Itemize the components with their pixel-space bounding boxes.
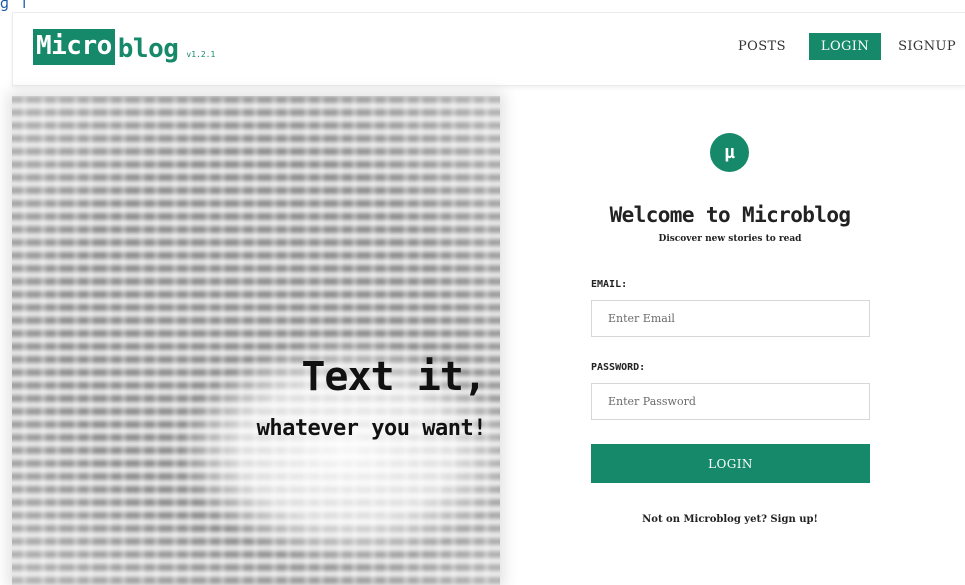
nav-posts-link[interactable]: POSTS bbox=[729, 33, 795, 60]
login-button[interactable]: LOGIN bbox=[591, 444, 870, 483]
password-field[interactable] bbox=[591, 383, 870, 420]
email-label: EMAIL: bbox=[591, 279, 628, 290]
welcome-heading: Welcome to Microblog bbox=[609, 203, 851, 227]
micro-logo-icon: µ bbox=[710, 133, 749, 172]
signup-link[interactable]: Not on Microblog yet? Sign up! bbox=[580, 514, 880, 525]
hero-title: Text it, bbox=[301, 354, 487, 400]
brand-version: v1.2.1 bbox=[186, 50, 216, 59]
hero-subtitle: whatever you want! bbox=[256, 416, 487, 441]
password-label: PASSWORD: bbox=[591, 362, 646, 373]
navbar: Micro blog v1.2.1 POSTS LOGIN SIGNUP bbox=[12, 12, 965, 86]
nav-links: POSTS LOGIN SIGNUP bbox=[729, 33, 965, 60]
welcome-tagline: Discover new stories to read bbox=[658, 234, 802, 244]
hero-image: Text it, whatever you want! bbox=[12, 96, 500, 585]
brand-logo-box: Micro bbox=[33, 29, 115, 65]
email-field[interactable] bbox=[591, 300, 870, 337]
nav-login-link[interactable]: LOGIN bbox=[808, 33, 882, 60]
nav-signup-link[interactable]: SIGNUP bbox=[889, 33, 965, 60]
brand-logo[interactable]: Micro blog v1.2.1 bbox=[33, 29, 215, 65]
top-corner-glyph: ɡ ı bbox=[0, 0, 27, 12]
brand-logo-text: blog bbox=[117, 34, 179, 64]
